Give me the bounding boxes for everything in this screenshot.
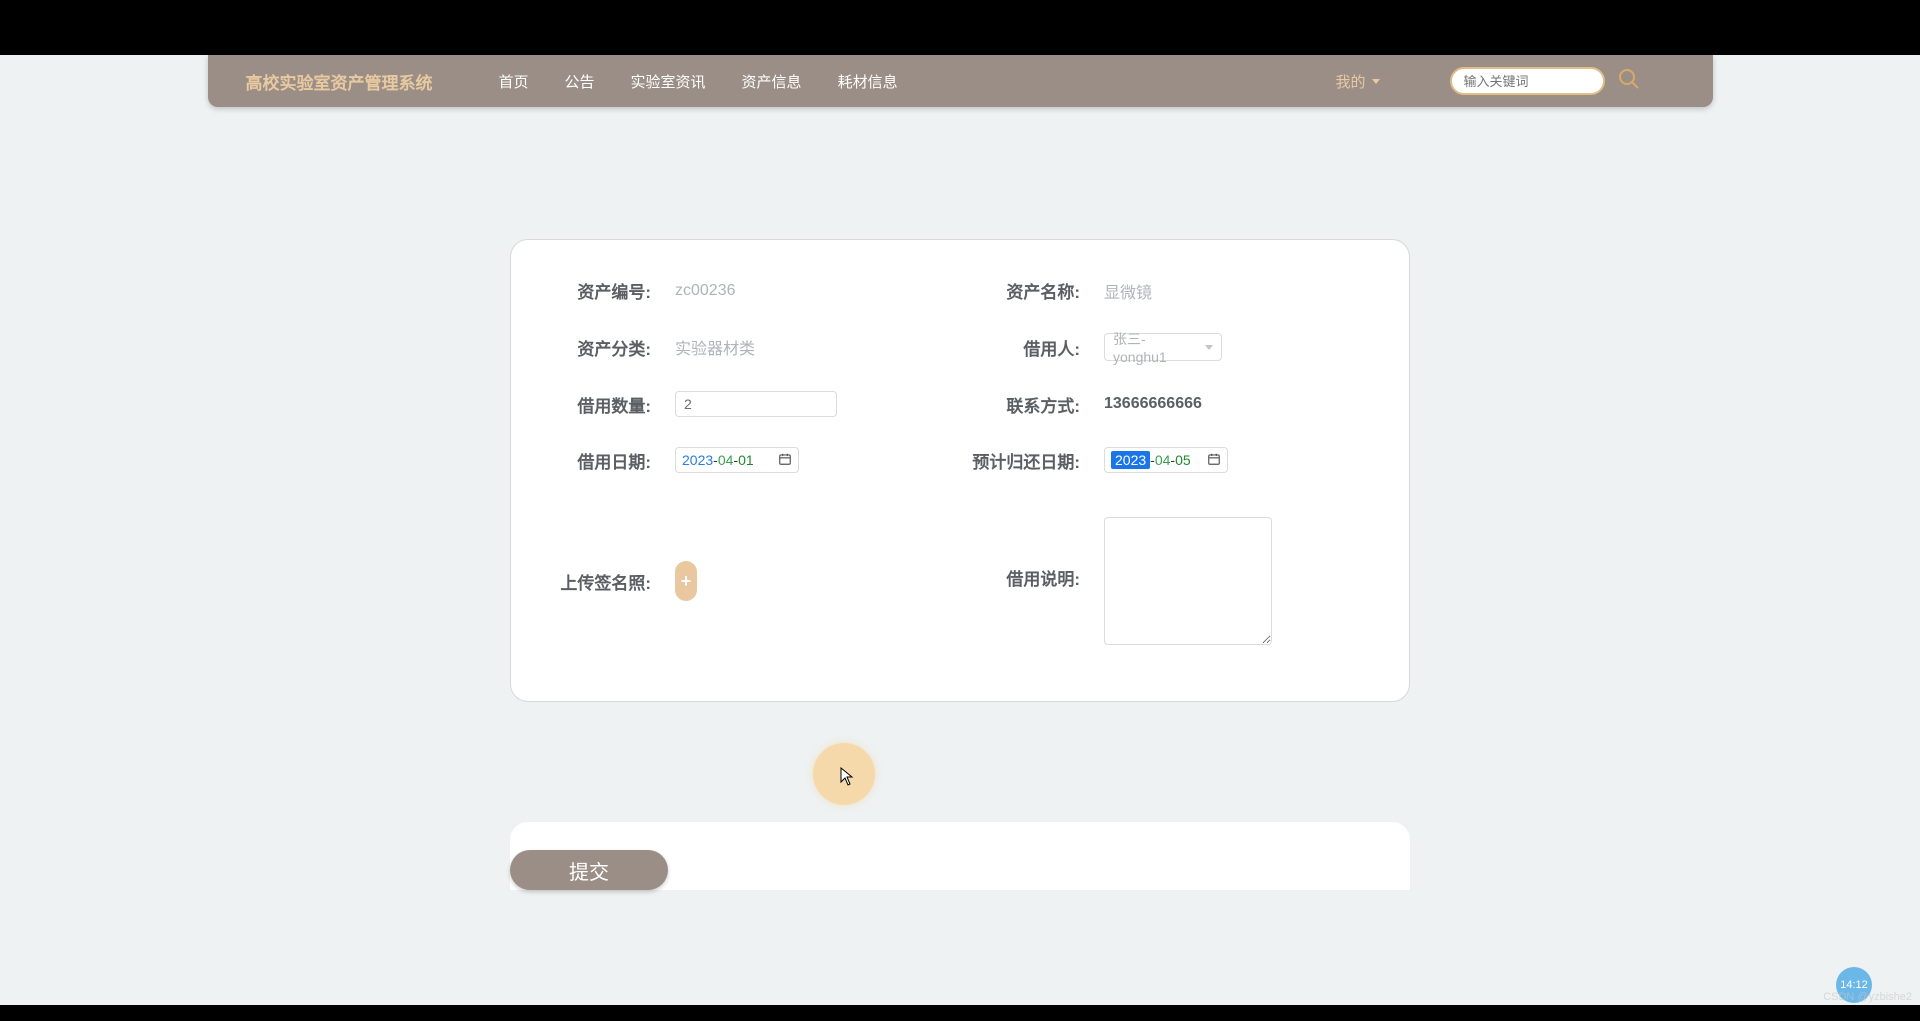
watermark-text: CSDN @yzbishe2 <box>1823 991 1912 1003</box>
form-card-wrapper: 资产编号: zc00236 资产名称: 显微镜 资产分类: 实验器材类 借用人:… <box>0 239 1920 890</box>
cursor-pointer-icon <box>840 767 856 787</box>
row-contact: 联系方式: 13666666666 <box>972 391 1377 417</box>
return-date-input[interactable]: 2023 - 04 - 05 <box>1104 447 1228 473</box>
upload-signature-button[interactable]: + <box>675 561 697 601</box>
upload-label: 上传签名照: <box>543 569 651 594</box>
borrower-label: 借用人: <box>972 335 1080 360</box>
asset-code-label: 资产编号: <box>543 278 651 303</box>
borrower-value: 张三-yonghu1 <box>1113 329 1199 365</box>
borrow-form-card: 资产编号: zc00236 资产名称: 显微镜 资产分类: 实验器材类 借用人:… <box>510 239 1410 702</box>
submit-section: 提交 <box>510 822 1410 890</box>
nav-lab-news[interactable]: 实验室资讯 <box>613 71 724 92</box>
top-black-bar <box>0 0 1920 55</box>
chevron-down-icon <box>1372 79 1380 84</box>
return-date-month: 04 <box>1155 452 1171 468</box>
borrow-date-input[interactable]: 2023 - 04 - 01 <box>675 447 799 473</box>
nav-menu: 首页 公告 实验室资讯 资产信息 耗材信息 <box>481 71 916 92</box>
row-asset-name: 资产名称: 显微镜 <box>972 278 1377 303</box>
cursor-highlight <box>813 743 875 805</box>
return-date-year: 2023 <box>1111 451 1150 469</box>
header-bar: 高校实验室资产管理系统 首页 公告 实验室资讯 资产信息 耗材信息 我的 <box>208 55 1713 107</box>
borrower-select[interactable]: 张三-yonghu1 <box>1104 333 1222 361</box>
my-menu-dropdown[interactable]: 我的 <box>1335 71 1379 92</box>
contact-value: 13666666666 <box>1104 395 1202 413</box>
asset-category-value: 实验器材类 <box>675 335 755 359</box>
row-asset-code: 资产编号: zc00236 <box>543 278 948 303</box>
calendar-icon <box>778 452 792 469</box>
row-description: 借用说明: <box>972 517 1377 645</box>
borrow-date-month: 04 <box>718 452 734 468</box>
nav-asset-info[interactable]: 资产信息 <box>724 71 820 92</box>
borrow-date-year: 2023 <box>682 452 713 468</box>
return-date-label: 预计归还日期: <box>972 448 1080 473</box>
search-wrap <box>1450 67 1641 96</box>
row-return-date: 预计归还日期: 2023 - 04 - 05 <box>972 447 1377 473</box>
desc-label: 借用说明: <box>972 565 1080 590</box>
row-borrow-qty: 借用数量: <box>543 391 948 417</box>
app-logo: 高校实验室资产管理系统 <box>246 69 433 94</box>
calendar-icon <box>1207 452 1221 469</box>
asset-name-label: 资产名称: <box>972 278 1080 303</box>
asset-code-value: zc00236 <box>675 282 736 300</box>
row-asset-category: 资产分类: 实验器材类 <box>543 333 948 361</box>
row-upload: 上传签名照: + <box>543 517 948 645</box>
borrow-qty-input[interactable] <box>675 391 837 417</box>
nav-consumable[interactable]: 耗材信息 <box>820 71 916 92</box>
nav-announcement[interactable]: 公告 <box>547 71 613 92</box>
contact-label: 联系方式: <box>972 392 1080 417</box>
row-borrow-date: 借用日期: 2023 - 04 - 01 <box>543 447 948 473</box>
search-icon[interactable] <box>1617 67 1641 96</box>
borrow-date-label: 借用日期: <box>543 448 651 473</box>
nav-home[interactable]: 首页 <box>481 71 547 92</box>
submit-button[interactable]: 提交 <box>510 850 668 890</box>
return-date-day: 05 <box>1175 452 1191 468</box>
description-textarea[interactable] <box>1104 517 1272 645</box>
bottom-black-bar <box>0 1005 1920 1021</box>
borrow-date-day: 01 <box>738 452 754 468</box>
search-input[interactable] <box>1450 67 1605 95</box>
row-borrower: 借用人: 张三-yonghu1 <box>972 333 1377 361</box>
asset-category-label: 资产分类: <box>543 335 651 360</box>
borrow-qty-label: 借用数量: <box>543 392 651 417</box>
my-menu-label: 我的 <box>1335 71 1365 92</box>
asset-name-value: 显微镜 <box>1104 279 1152 303</box>
